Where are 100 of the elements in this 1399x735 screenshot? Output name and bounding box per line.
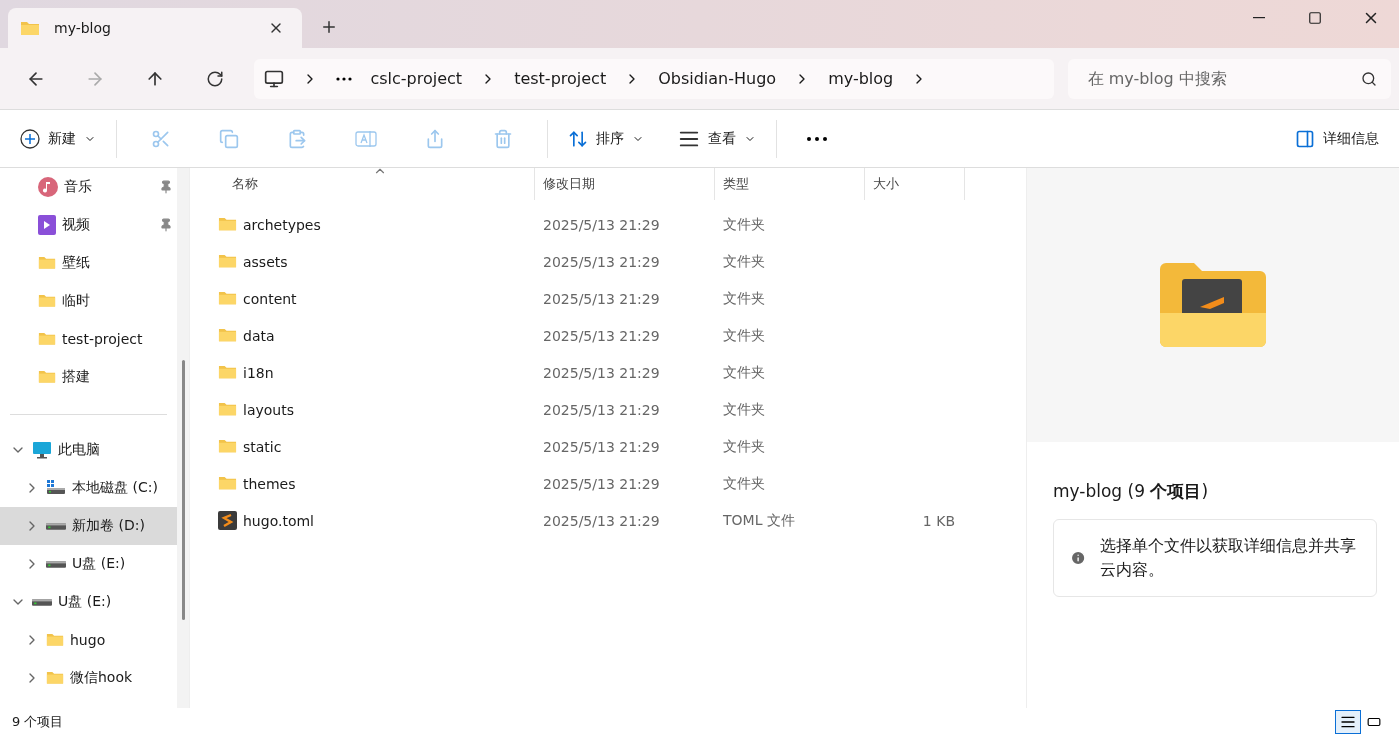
sort-button[interactable]: 排序 xyxy=(560,120,652,157)
quick-access-item[interactable]: 搭建 xyxy=(0,358,177,396)
folder-icon xyxy=(38,256,56,270)
folder-icon xyxy=(38,370,56,384)
more-icon[interactable] xyxy=(336,76,353,81)
quick-access-item[interactable]: 音乐 xyxy=(0,168,177,206)
folder-icon xyxy=(46,671,64,685)
file-name[interactable]: themes xyxy=(210,475,535,492)
file-name[interactable]: content xyxy=(210,290,535,307)
drive-icon xyxy=(46,522,66,530)
column-header[interactable]: 类型 xyxy=(715,168,865,200)
refresh-icon xyxy=(205,69,224,88)
search-icon[interactable] xyxy=(1360,70,1377,87)
scrollbar-thumb[interactable] xyxy=(181,360,185,620)
folder-icon xyxy=(20,20,40,36)
copy-icon xyxy=(219,128,239,149)
scissors-icon xyxy=(151,128,171,149)
file-name[interactable]: data xyxy=(210,327,535,344)
type-cell-text: 文件夹 xyxy=(722,326,766,345)
view-button[interactable]: 查看 xyxy=(670,119,764,158)
date-cell-text: 2025/5/13 21:29 xyxy=(542,438,661,455)
minimize-icon xyxy=(1253,17,1265,19)
date-cell-text: 2025/5/13 21:29 xyxy=(542,364,661,381)
monitor-icon xyxy=(264,68,285,89)
tree-item[interactable]: 微信hook xyxy=(0,659,177,697)
view-mode-button[interactable] xyxy=(1335,709,1361,734)
type-cell-text: 文件夹 xyxy=(722,437,766,456)
type-cell-text: 文件夹 xyxy=(722,252,766,271)
breadcrumb-item[interactable]: Obsidian-Hugo xyxy=(658,69,777,88)
more-icon xyxy=(807,136,827,141)
plus-icon xyxy=(320,18,338,36)
type-cell-text: 文件夹 xyxy=(722,289,766,308)
folder-icon xyxy=(218,254,237,269)
video-icon xyxy=(38,215,56,235)
system-drive-icon xyxy=(46,480,66,496)
clipboard-icon xyxy=(287,128,307,149)
date-cell-text: 2025/5/13 21:29 xyxy=(542,253,661,270)
date-cell-text: 2025/5/13 21:29 xyxy=(542,475,661,492)
size-cell-text: 1 KB xyxy=(921,512,956,529)
folder-icon xyxy=(218,365,237,380)
item-count: 9 个项目 xyxy=(12,712,64,731)
details-button[interactable]: 详细信息 xyxy=(1287,120,1387,157)
file-name[interactable]: layouts xyxy=(210,401,535,418)
new-button[interactable]: 新建 xyxy=(12,120,104,157)
music-note-icon xyxy=(38,177,58,197)
quick-access-item[interactable]: 临时 xyxy=(0,282,177,320)
folder-icon xyxy=(38,294,56,308)
share-icon xyxy=(425,128,445,149)
tree-item[interactable]: 新加卷 (D:) xyxy=(0,507,177,545)
type-cell-text: 文件夹 xyxy=(722,363,766,382)
folder-icon xyxy=(218,402,237,417)
info-text: 选择单个文件以获取详细信息并共享云内容。 xyxy=(1100,535,1358,581)
tree-item[interactable]: 本地磁盘 (C:) xyxy=(0,469,177,507)
folder-icon xyxy=(218,291,237,306)
date-cell-text: 2025/5/13 21:29 xyxy=(542,290,661,307)
date-cell-text: 2025/5/13 21:29 xyxy=(542,401,661,418)
breadcrumb-item[interactable]: my-blog xyxy=(828,69,894,88)
drive-icon xyxy=(46,560,66,568)
date-cell-text: 2025/5/13 21:29 xyxy=(542,512,661,529)
rename-icon xyxy=(355,128,377,149)
search-input[interactable]: 在 my-blog 中搜索 xyxy=(1085,68,1361,89)
file-icon xyxy=(218,511,237,530)
folder-icon xyxy=(46,633,64,647)
breadcrumb-item[interactable]: cslc-project xyxy=(370,69,463,88)
folder-icon xyxy=(218,328,237,343)
breadcrumb-item[interactable]: test-project xyxy=(514,69,607,88)
search-field[interactable]: 在 my-blog 中搜索 xyxy=(1067,58,1391,99)
folder-icon xyxy=(218,439,237,454)
folder-preview-icon xyxy=(1160,263,1266,347)
type-cell-text: 文件夹 xyxy=(722,474,766,493)
tree-item[interactable]: U盘 (E:) xyxy=(0,583,177,621)
column-header[interactable]: 名称 xyxy=(210,168,535,200)
type-cell-text: 文件夹 xyxy=(722,400,766,419)
address-bar[interactable]: cslc-project test-project Obsidian-Hugo my-blog xyxy=(254,58,1054,99)
file-name[interactable]: i18n xyxy=(210,364,535,381)
trash-icon xyxy=(493,128,513,149)
tree-item[interactable]: hugo xyxy=(0,621,177,659)
folder-icon xyxy=(38,332,56,346)
quick-access-item[interactable]: test-project xyxy=(0,320,177,358)
drive-icon xyxy=(32,598,52,606)
monitor-icon xyxy=(32,441,52,459)
type-cell-text: 文件夹 xyxy=(722,215,766,234)
file-name[interactable]: archetypes xyxy=(210,216,535,233)
tree-item[interactable]: 此电脑 xyxy=(0,431,177,469)
file-name[interactable]: static xyxy=(210,438,535,455)
plus-circle-icon xyxy=(20,128,40,149)
quick-access-item[interactable]: 视频 xyxy=(0,206,177,244)
tab[interactable]: my-blog xyxy=(8,8,302,48)
file-name[interactable]: assets xyxy=(210,253,535,270)
date-cell-text: 2025/5/13 21:29 xyxy=(542,327,661,344)
tree-item[interactable]: U盘 (E:) xyxy=(0,545,177,583)
quick-access-item[interactable]: 壁纸 xyxy=(0,244,177,282)
folder-icon xyxy=(218,217,237,232)
file-name[interactable]: hugo.toml xyxy=(210,511,535,530)
column-header[interactable]: 修改日期 xyxy=(535,168,715,200)
type-cell-text: TOML 文件 xyxy=(722,511,796,530)
date-cell-text: 2025/5/13 21:29 xyxy=(542,216,661,233)
maximize-icon xyxy=(1308,11,1322,25)
panel-icon xyxy=(1295,128,1315,149)
column-header[interactable]: 大小 xyxy=(865,168,965,200)
